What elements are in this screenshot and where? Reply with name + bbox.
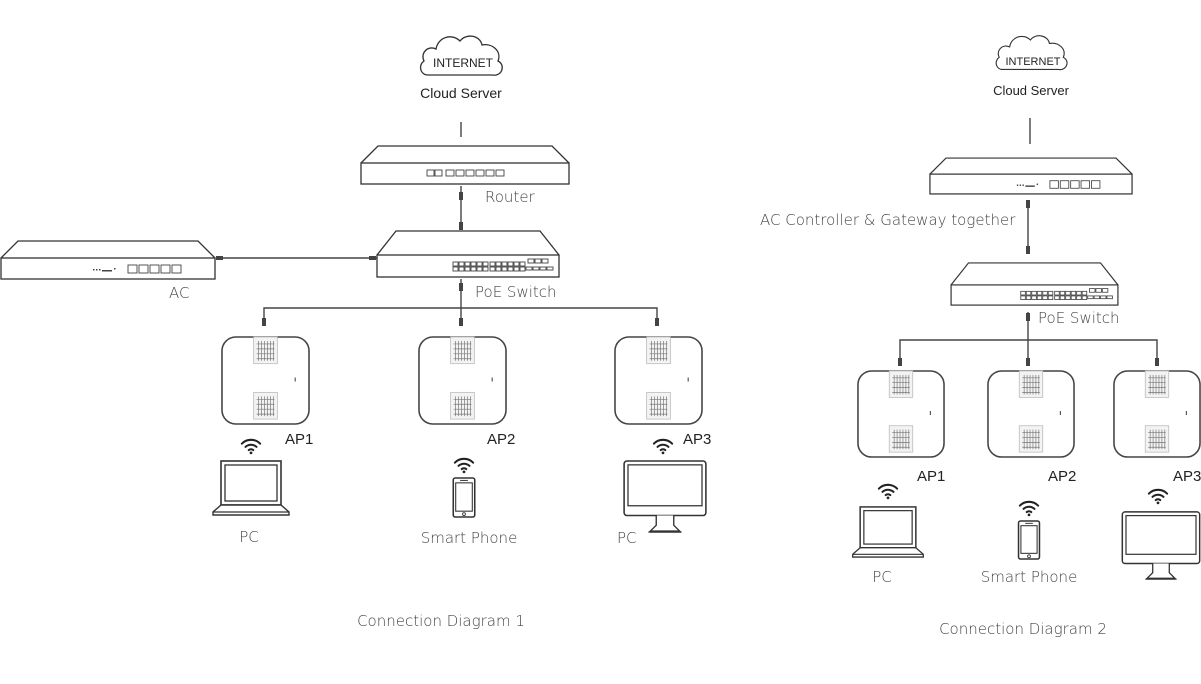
- connection-diagrams: INTERNET Cloud Server Router AC PoE Swit…: [0, 35, 1201, 638]
- internet-cloud-1: INTERNET Cloud Server: [419, 35, 503, 101]
- ac-controller-icon: [0, 240, 216, 280]
- poe-switch-icon: [950, 262, 1119, 306]
- access-point-icon: [221, 336, 310, 425]
- internet-label: INTERNET: [433, 56, 494, 70]
- poe-switch-1: PoE Switch: [376, 230, 560, 301]
- cloud-server-label: Cloud Server: [993, 83, 1070, 98]
- poe-switch-icon: [376, 230, 560, 278]
- ap2-group: AP2 Smart Phone: [418, 336, 518, 547]
- ac-1: AC: [0, 240, 216, 302]
- ap3-group: AP3: [1113, 370, 1201, 580]
- client-label: PC: [617, 529, 637, 547]
- router-1: Router: [360, 145, 570, 206]
- plug: [459, 318, 463, 326]
- ac-label: AC: [169, 284, 189, 302]
- poe-switch-2: PoE Switch: [950, 262, 1120, 327]
- plug: [262, 318, 266, 326]
- gateway-icon: [929, 157, 1133, 195]
- desktop-icon: [623, 460, 707, 533]
- access-point-icon: [857, 370, 945, 458]
- diagram-2: INTERNET Cloud Server AC Controller & Ga…: [760, 35, 1201, 638]
- wifi-icon: [1018, 500, 1040, 517]
- plug: [1155, 358, 1159, 366]
- ap1-group: AP1 PC: [212, 336, 313, 546]
- access-point-icon: [418, 336, 507, 425]
- wifi-icon: [1147, 488, 1169, 505]
- diagram-1: INTERNET Cloud Server Router AC PoE Swit…: [0, 35, 711, 630]
- client-label: PC: [872, 568, 892, 586]
- wifi-icon: [240, 438, 262, 455]
- client-label: Smart Phone: [421, 529, 518, 547]
- plug: [369, 256, 376, 260]
- ap-label: AP2: [1048, 468, 1076, 485]
- access-point-icon: [1113, 370, 1201, 458]
- laptop-icon: [212, 460, 290, 516]
- plug: [1026, 358, 1030, 366]
- cloud-server-label: Cloud Server: [420, 85, 502, 101]
- ap1-group: AP1 PC: [851, 370, 945, 586]
- ap-label: AP2: [487, 431, 515, 448]
- smartphone-icon: [452, 477, 476, 518]
- plug: [1026, 313, 1030, 321]
- ap-label: AP1: [285, 431, 313, 448]
- wifi-icon: [877, 483, 899, 500]
- client-label: PC: [239, 528, 259, 546]
- laptop-icon: [851, 506, 925, 558]
- plug: [459, 283, 463, 291]
- router-icon: [360, 145, 570, 185]
- plug: [1026, 246, 1030, 254]
- plug: [1026, 200, 1030, 208]
- plug: [898, 358, 902, 366]
- ap-label: AP3: [1173, 468, 1201, 485]
- gateway-2: AC Controller & Gateway together: [760, 157, 1133, 229]
- poe-switch-label: PoE Switch: [475, 283, 557, 301]
- access-point-icon: [614, 336, 703, 425]
- internet-cloud-2: INTERNET Cloud Server: [993, 35, 1070, 98]
- client-label: Smart Phone: [981, 568, 1078, 586]
- plug: [655, 318, 659, 326]
- desktop-icon: [1121, 511, 1201, 580]
- smartphone-icon: [1017, 520, 1041, 560]
- plug: [459, 192, 463, 200]
- gateway-label: AC Controller & Gateway together: [760, 211, 1016, 229]
- diagram-caption: Connection Diagram 1: [357, 612, 525, 630]
- plug: [216, 256, 223, 260]
- wifi-icon: [453, 457, 475, 474]
- ap2-group: AP2 Smart Phone: [981, 370, 1078, 586]
- diagram-caption: Connection Diagram 2: [939, 620, 1107, 638]
- plug: [459, 222, 463, 230]
- access-point-icon: [987, 370, 1075, 458]
- ap-label: AP3: [683, 431, 711, 448]
- wifi-icon: [652, 438, 674, 455]
- ap-label: AP1: [917, 468, 945, 485]
- ap3-group: AP3 PC: [614, 336, 711, 547]
- poe-switch-label: PoE Switch: [1038, 309, 1120, 327]
- internet-label: INTERNET: [1006, 56, 1061, 68]
- router-label: Router: [485, 188, 536, 206]
